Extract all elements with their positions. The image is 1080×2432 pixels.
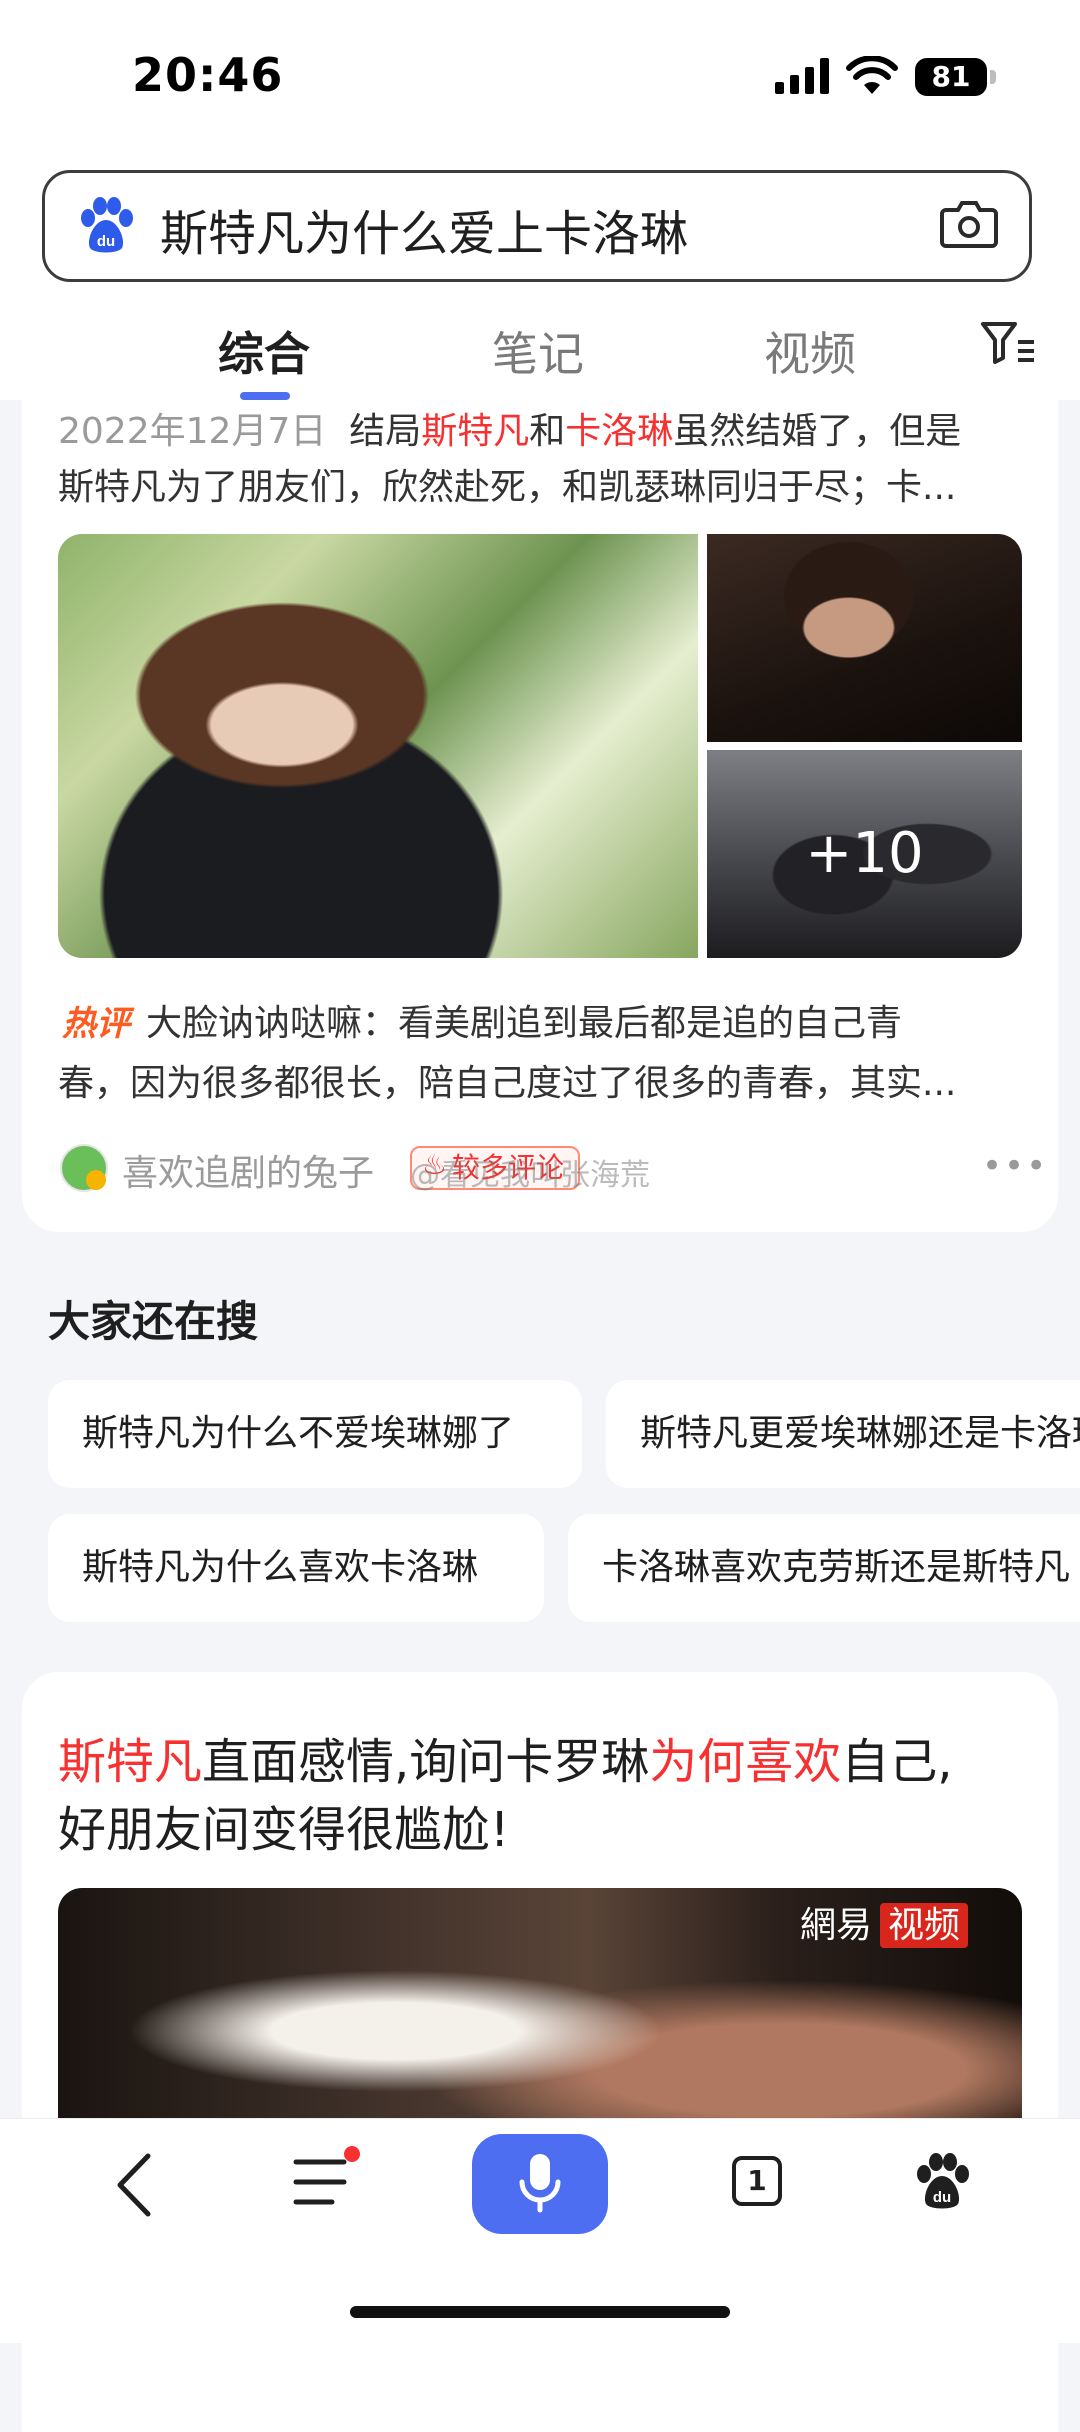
battery-indicator: 81 <box>915 58 987 96</box>
related-search-chip[interactable]: 斯特凡为什么喜欢卡洛琳 <box>48 1514 544 1622</box>
hot-comment-label: 热评 <box>62 1004 130 1044</box>
title-text: 直面感情,询问卡罗琳 <box>202 1734 650 1790</box>
snippet-highlight: 斯特凡 <box>421 411 530 452</box>
svg-text:du: du <box>933 2189 951 2206</box>
result-snippet-continued: 斯特凡为了朋友们，欣然赴死，和凯瑟琳同归于尽；卡... <box>58 467 957 508</box>
baidu-home-icon[interactable]: du <box>912 2152 972 2212</box>
hot-comment-text-continued[interactable]: 春，因为很多都很长，陪自己度过了很多的青春，其实... <box>58 1054 1018 1106</box>
svg-text:du: du <box>97 233 115 250</box>
title-text: 自己, <box>841 1734 953 1790</box>
title-highlight: 斯特凡 <box>58 1734 203 1790</box>
camera-search-icon[interactable] <box>940 198 998 248</box>
brand-text: 视频 <box>880 1903 969 1948</box>
netease-video-logo: 網易 视频 <box>800 1896 969 1948</box>
menu-icon[interactable] <box>292 2156 352 2208</box>
author-name[interactable]: 喜欢追剧的兔子 <box>122 1144 374 1196</box>
related-search-chip[interactable]: 斯特凡更爱埃琳娜还是卡洛琳 <box>606 1380 1080 1488</box>
more-images-count[interactable]: +10 <box>707 750 1022 958</box>
snippet-text: 虽然结婚了，但是 <box>673 411 962 452</box>
snippet-highlight: 卡洛琳 <box>565 411 674 452</box>
brand-text: 網易 <box>800 1905 873 1946</box>
title-highlight: 为何喜欢 <box>649 1734 842 1790</box>
result-image-main[interactable] <box>58 534 698 958</box>
verified-badge-icon <box>86 1170 106 1190</box>
tab-notes[interactable]: 笔记 <box>492 318 584 384</box>
active-tab-indicator <box>240 392 290 400</box>
search-query-text[interactable]: 斯特凡为什么爱上卡洛琳 <box>160 194 688 264</box>
snippet-text: 结局 <box>349 411 422 452</box>
result-date: 2022年12月7日 <box>58 411 327 452</box>
tab-all[interactable]: 综合 <box>218 318 310 384</box>
hot-comment-text[interactable]: 大脸讷讷哒嘛：看美剧追到最后都是追的自己青 <box>146 994 902 1046</box>
microphone-icon[interactable] <box>516 2152 564 2216</box>
tab-video[interactable]: 视频 <box>764 318 856 384</box>
cellular-signal-icon <box>775 58 829 94</box>
notification-dot <box>344 2146 360 2162</box>
related-search-chip[interactable]: 斯特凡为什么不爱埃琳娜了 <box>48 1380 582 1488</box>
back-arrow-icon[interactable] <box>112 2150 156 2220</box>
result-image-thumb[interactable] <box>707 534 1022 742</box>
filter-icon[interactable] <box>980 320 1036 366</box>
battery-cap <box>990 70 996 84</box>
baidu-paw-icon[interactable]: du <box>76 196 136 256</box>
tabs-count-icon[interactable]: 1 <box>732 2156 782 2206</box>
more-options-icon[interactable]: ••• <box>982 1146 1048 1186</box>
result-title[interactable]: 斯特凡直面感情,询问卡罗琳为何喜欢自己, <box>58 1722 953 1792</box>
snippet-text: 和 <box>529 411 566 452</box>
related-searches-title: 大家还在搜 <box>48 1297 259 1346</box>
result-snippet: 2022年12月7日 结局斯特凡和卡洛琳虽然结婚了，但是 <box>58 402 961 454</box>
status-time: 20:46 <box>132 48 284 102</box>
related-search-chip[interactable]: 卡洛琳喜欢克劳斯还是斯特凡 <box>568 1514 1080 1622</box>
watermark-text: @看见我叫张海荒 <box>410 1158 650 1193</box>
result-title-continued[interactable]: 好朋友间变得很尴尬! <box>58 1790 509 1860</box>
home-indicator <box>350 2306 730 2318</box>
wifi-icon <box>846 56 898 94</box>
